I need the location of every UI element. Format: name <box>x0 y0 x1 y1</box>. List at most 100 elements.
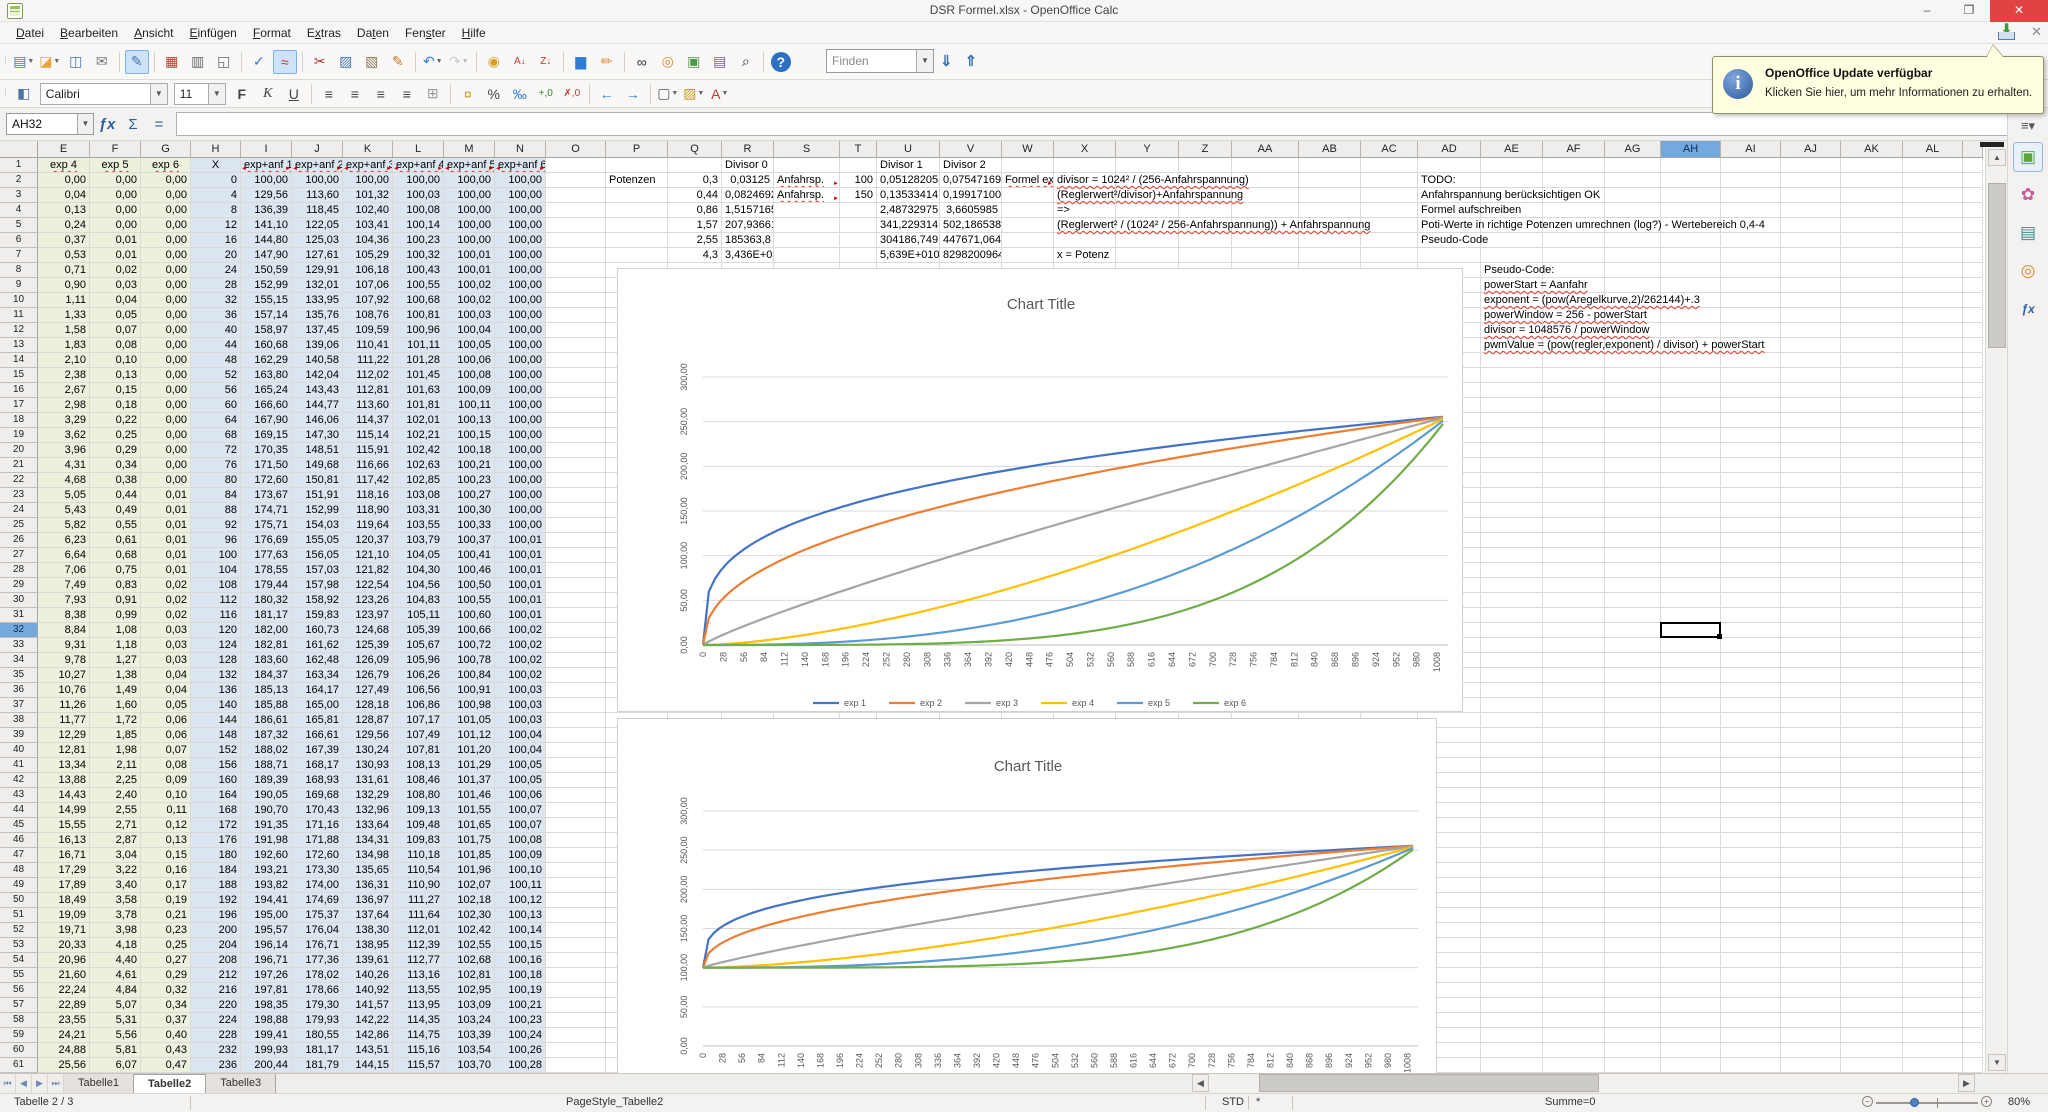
cell-H36[interactable]: 136 <box>191 683 241 698</box>
cell-AH16[interactable] <box>1661 383 1721 398</box>
cell-AL37[interactable] <box>1903 698 1963 713</box>
cell-F45[interactable]: 2,71 <box>90 818 141 833</box>
row-header-32[interactable]: 32 <box>0 623 38 638</box>
cell-x60[interactable] <box>1963 1043 1983 1058</box>
cell-O5[interactable] <box>546 218 606 233</box>
cell-S3[interactable]: Anfahrsp. <box>774 188 840 203</box>
cell-N42[interactable]: 100,05 <box>495 773 546 788</box>
cell-J48[interactable]: 173,30 <box>292 863 343 878</box>
cell-AE30[interactable] <box>1481 593 1543 608</box>
cell-AE41[interactable] <box>1481 758 1543 773</box>
cell-L17[interactable]: 101,81 <box>393 398 444 413</box>
cell-E58[interactable]: 23,55 <box>38 1013 90 1028</box>
row-header-35[interactable]: 35 <box>0 668 38 683</box>
cell-J17[interactable]: 144,77 <box>292 398 343 413</box>
cell-AH1[interactable] <box>1661 158 1721 173</box>
cell-AG23[interactable] <box>1605 488 1661 503</box>
cell-O26[interactable] <box>546 533 606 548</box>
cell-AL39[interactable] <box>1903 728 1963 743</box>
cell-AI50[interactable] <box>1721 893 1781 908</box>
cell-M16[interactable]: 100,09 <box>444 383 495 398</box>
cell-AD7[interactable] <box>1418 248 1481 263</box>
cell-Z6[interactable] <box>1179 233 1232 248</box>
cell-M11[interactable]: 100,03 <box>444 308 495 323</box>
cell-I38[interactable]: 186,61 <box>241 713 292 728</box>
cell-AL8[interactable] <box>1903 263 1963 278</box>
cell-x52[interactable] <box>1963 923 1983 938</box>
cell-W7[interactable] <box>1002 248 1054 263</box>
cell-AH9[interactable] <box>1661 278 1721 293</box>
cell-F11[interactable]: 0,05 <box>90 308 141 323</box>
cell-F5[interactable]: 0,00 <box>90 218 141 233</box>
cell-AL31[interactable] <box>1903 608 1963 623</box>
cell-AF53[interactable] <box>1543 938 1605 953</box>
cell-N26[interactable]: 100,01 <box>495 533 546 548</box>
cell-AF25[interactable] <box>1543 518 1605 533</box>
cell-L40[interactable]: 107,81 <box>393 743 444 758</box>
cell-AK46[interactable] <box>1841 833 1903 848</box>
cell-G11[interactable]: 0,00 <box>141 308 191 323</box>
column-header-T[interactable]: T <box>840 141 877 158</box>
cell-F46[interactable]: 2,87 <box>90 833 141 848</box>
cell-N58[interactable]: 100,23 <box>495 1013 546 1028</box>
cell-K37[interactable]: 128,18 <box>343 698 393 713</box>
cell-N44[interactable]: 100,07 <box>495 803 546 818</box>
cell-R3[interactable]: 0,08246924 <box>722 188 774 203</box>
cell-W1[interactable] <box>1002 158 1054 173</box>
menu-bearbeiten[interactable]: Bearbeiten <box>52 24 126 42</box>
cell-H48[interactable]: 184 <box>191 863 241 878</box>
cell-E13[interactable]: 1,83 <box>38 338 90 353</box>
cell-AG28[interactable] <box>1605 563 1661 578</box>
cell-J36[interactable]: 164,17 <box>292 683 343 698</box>
cell-J16[interactable]: 143,43 <box>292 383 343 398</box>
cell-AK25[interactable] <box>1841 518 1903 533</box>
cell-G36[interactable]: 0,04 <box>141 683 191 698</box>
cell-AF7[interactable] <box>1543 248 1605 263</box>
row-header-57[interactable]: 57 <box>0 998 38 1013</box>
cell-AF6[interactable] <box>1543 233 1605 248</box>
select-all-corner[interactable] <box>0 141 38 158</box>
cell-Q2[interactable]: 0,3 <box>668 173 722 188</box>
column-header-R[interactable]: R <box>722 141 774 158</box>
sheet-tab-tabelle3[interactable]: Tabelle3 <box>206 1074 276 1093</box>
cell-J9[interactable]: 132,01 <box>292 278 343 293</box>
cell-J45[interactable]: 171,16 <box>292 818 343 833</box>
cell-K36[interactable]: 127,49 <box>343 683 393 698</box>
cell-x54[interactable] <box>1963 953 1983 968</box>
cell-AL32[interactable] <box>1903 623 1963 638</box>
cell-x5[interactable] <box>1963 218 1983 233</box>
cell-I32[interactable]: 182,00 <box>241 623 292 638</box>
cell-AK19[interactable] <box>1841 428 1903 443</box>
cell-AL45[interactable] <box>1903 818 1963 833</box>
column-header-AL[interactable]: AL <box>1903 141 1963 158</box>
cell-O49[interactable] <box>546 878 606 893</box>
cell-AI49[interactable] <box>1721 878 1781 893</box>
cell-N52[interactable]: 100,14 <box>495 923 546 938</box>
cell-AL17[interactable] <box>1903 398 1963 413</box>
cell-G54[interactable]: 0,27 <box>141 953 191 968</box>
cell-K13[interactable]: 110,41 <box>343 338 393 353</box>
cell-E56[interactable]: 22,24 <box>38 983 90 998</box>
gallery-icon[interactable]: ▣ <box>682 50 706 74</box>
cell-U4[interactable]: 2,48732975 <box>877 203 940 218</box>
cell-G37[interactable]: 0,05 <box>141 698 191 713</box>
number-format-standard-icon[interactable]: ‰ <box>508 82 532 106</box>
cell-J5[interactable]: 122,05 <box>292 218 343 233</box>
align-center-icon[interactable]: ≡ <box>343 82 367 106</box>
row-header-50[interactable]: 50 <box>0 893 38 908</box>
cell-L13[interactable]: 101,11 <box>393 338 444 353</box>
column-header-AI[interactable]: AI <box>1721 141 1781 158</box>
cell-AH27[interactable] <box>1661 548 1721 563</box>
cell-AC1[interactable] <box>1361 158 1418 173</box>
cell-x45[interactable] <box>1963 818 1983 833</box>
cell-K21[interactable]: 116,66 <box>343 458 393 473</box>
cell-AK11[interactable] <box>1841 308 1903 323</box>
cell-W2[interactable]: Formel exp <box>1002 173 1054 188</box>
cell-M43[interactable]: 101,46 <box>444 788 495 803</box>
cell-L31[interactable]: 105,11 <box>393 608 444 623</box>
tab-nav-last[interactable]: ⏭ <box>48 1074 64 1093</box>
cell-AL20[interactable] <box>1903 443 1963 458</box>
cell-M25[interactable]: 100,33 <box>444 518 495 533</box>
cell-N47[interactable]: 100,09 <box>495 848 546 863</box>
cell-M39[interactable]: 101,12 <box>444 728 495 743</box>
